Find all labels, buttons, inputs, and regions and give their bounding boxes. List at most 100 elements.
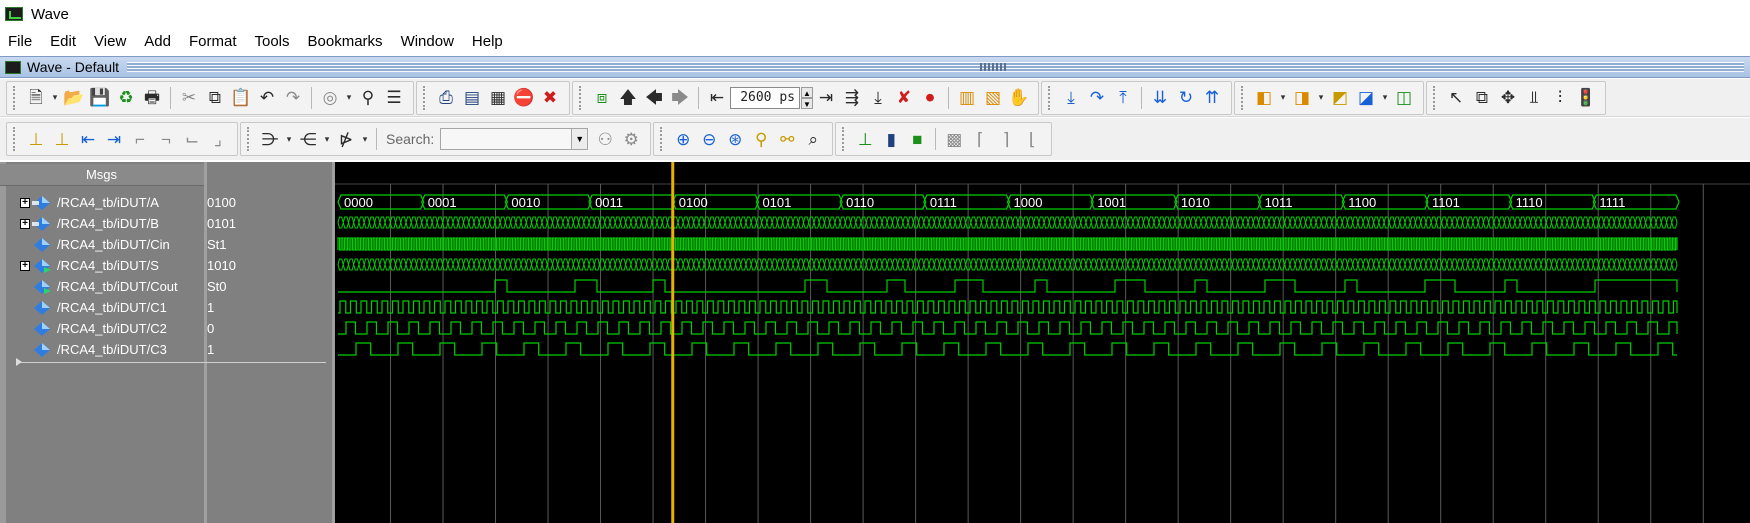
step-out-all-icon[interactable]: ⇈ [1200, 86, 1224, 110]
copy-wave-icon[interactable]: ⧈ [590, 86, 614, 110]
expand-icon[interactable]: + [20, 197, 30, 208]
zoom-full-icon[interactable]: ⊛ [723, 127, 747, 151]
wave-rise-icon[interactable]: ⌉ [994, 127, 1018, 151]
window-cascade-icon[interactable]: ◪ [1354, 86, 1378, 110]
copy-icon[interactable]: ⧉ [203, 86, 227, 110]
find-disabled-icon[interactable]: ◎ [318, 86, 342, 110]
signal-row[interactable]: /RCA4_tb/iDUT/C2 [6, 318, 204, 339]
restart-icon[interactable]: ⏺ [918, 86, 942, 110]
previous-transition-icon[interactable]: ⇤ [76, 127, 100, 151]
run-length-icon[interactable]: ⇤ [705, 86, 729, 110]
end-simulation-icon[interactable]: ✖ [538, 86, 562, 110]
simulate-icon[interactable]: ▦ [486, 86, 510, 110]
wave-step-icon[interactable]: ⌈ [968, 127, 992, 151]
step-out-icon[interactable]: ⤒ [1111, 86, 1135, 110]
prev-edge-icon[interactable]: ⌙ [180, 127, 204, 151]
save-icon[interactable]: 💾 [88, 86, 112, 110]
menu-window[interactable]: Window [392, 33, 463, 50]
step-over-icon[interactable]: ↷ [1085, 86, 1109, 110]
menu-view[interactable]: View [85, 33, 135, 50]
layout2-icon[interactable]: ◨ [1290, 86, 1314, 110]
zoom-mode-icon[interactable]: ⧉ [1470, 86, 1494, 110]
run-time-spinner[interactable]: ▲ ▼ [801, 86, 813, 109]
wave-literal-icon[interactable]: ⊥ [853, 127, 877, 151]
search-input[interactable] [440, 128, 573, 150]
forward-arrow-icon[interactable]: 🡆 [668, 86, 692, 110]
signal-row[interactable]: + /RCA4_tb/iDUT/S [6, 255, 204, 276]
toolbar-grip[interactable] [660, 127, 666, 151]
toolbar-grip[interactable] [1433, 85, 1439, 110]
menu-format[interactable]: Format [180, 33, 246, 50]
signal-row[interactable]: /RCA4_tb/iDUT/Cout [6, 276, 204, 297]
toolbar-grip[interactable] [247, 127, 253, 151]
binoculars-icon[interactable]: ⚲ [356, 86, 380, 110]
paste-icon[interactable]: 📋 [229, 86, 253, 110]
run-icon[interactable]: ⇥ [814, 86, 838, 110]
toolbar-grip[interactable] [13, 127, 19, 151]
undo-icon[interactable]: ↶ [255, 86, 279, 110]
zoom-cursor-icon[interactable]: ⚲ [749, 127, 773, 151]
step-over-all-icon[interactable]: ↻ [1174, 86, 1198, 110]
signal-row[interactable]: /RCA4_tb/iDUT/C1 [6, 297, 204, 318]
compile-icon[interactable]: ⎙ [434, 86, 458, 110]
waveform-pane[interactable]: 0000 0001 0010 0011 0100 0101 0110 0111 1000 1001… [335, 162, 1750, 523]
new-dropdown-icon[interactable]: ▾ [50, 86, 60, 110]
wave-logic-icon[interactable]: ▮ [879, 127, 903, 151]
spin-down-icon[interactable]: ▼ [801, 97, 813, 109]
layout-dropdown-icon[interactable]: ▾ [1278, 86, 1288, 110]
toolbar-grip[interactable] [842, 127, 848, 151]
menu-add[interactable]: Add [135, 33, 180, 50]
toolbar-grip[interactable] [13, 85, 19, 110]
continue-run-icon[interactable]: ⇶ [840, 86, 864, 110]
insert-cursor-icon[interactable]: ⊥ [24, 127, 48, 151]
signal-row[interactable]: /RCA4_tb/iDUT/C3 [6, 339, 204, 360]
menu-edit[interactable]: Edit [41, 33, 85, 50]
break-icon[interactable]: ⛔ [512, 86, 536, 110]
toolbar-grip[interactable] [1241, 85, 1247, 110]
layout2-dropdown-icon[interactable]: ▾ [1316, 86, 1326, 110]
format-list-icon[interactable]: ☰ [382, 86, 406, 110]
wave-fall-icon[interactable]: ⌊ [1020, 127, 1044, 151]
performance-icon[interactable]: ▥ [955, 86, 979, 110]
zoom-last-icon[interactable]: ⌕ [801, 127, 825, 151]
search-dropdown-icon[interactable]: ▼ [572, 128, 589, 150]
rising-edge-icon[interactable]: ¬ [154, 127, 178, 151]
bookmark-mode-icon[interactable]: ⫶ [1548, 86, 1572, 110]
compile-all-icon[interactable]: ▤ [460, 86, 484, 110]
zoom-window-icon[interactable]: ◫ [1392, 86, 1416, 110]
signal-row[interactable]: + /RCA4_tb/iDUT/B [6, 213, 204, 234]
search-options-icon[interactable]: ⚙ [619, 127, 643, 151]
next-edge-icon[interactable]: ⌟ [206, 127, 230, 151]
expand-time-icon[interactable]: ⋺ [258, 127, 282, 151]
expand-icon[interactable]: + [20, 218, 30, 229]
step-into-icon[interactable]: ⤓ [1059, 86, 1083, 110]
step-dropdown-icon[interactable]: ▾ [360, 127, 370, 151]
transition-dropdown-icon[interactable]: ▾ [322, 127, 332, 151]
wave-event-icon[interactable]: ■ [905, 127, 929, 151]
next-transition-icon[interactable]: ⇥ [102, 127, 126, 151]
toolbar-grip[interactable] [1048, 85, 1054, 110]
waveform-canvas[interactable]: 0000 0001 0010 0011 0100 0101 0110 0111 1000 1001… [335, 162, 1750, 523]
hand-icon[interactable]: ✋ [1007, 86, 1031, 110]
search-forward-icon[interactable]: ⚇ [593, 127, 617, 151]
new-file-icon[interactable]: 🗎 [24, 86, 48, 110]
run-time-input[interactable]: 2600 ps [730, 86, 800, 109]
step-transition-icon[interactable]: ⋫ [334, 127, 358, 151]
falling-edge-icon[interactable]: ⌐ [128, 127, 152, 151]
signal-row[interactable]: /RCA4_tb/iDUT/Cin [6, 234, 204, 255]
zoom-between-cursors-icon[interactable]: ⚯ [775, 127, 799, 151]
select-mode-icon[interactable]: ↖ [1444, 86, 1468, 110]
pane-header[interactable]: Wave - Default [0, 56, 1750, 78]
menu-file[interactable]: File [0, 33, 41, 50]
zoom-in-icon[interactable]: ⊕ [671, 127, 695, 151]
delete-cursor-icon[interactable]: ⊥ [50, 127, 74, 151]
pan-mode-icon[interactable]: ✥ [1496, 86, 1520, 110]
expand-icon[interactable]: + [20, 260, 30, 271]
spin-up-icon[interactable]: ▲ [801, 86, 813, 98]
print-icon[interactable]: 🖶 [140, 86, 164, 110]
menu-bookmarks[interactable]: Bookmarks [299, 33, 392, 50]
window-dropdown-icon[interactable]: ▾ [1380, 86, 1390, 110]
traffic-light-icon[interactable]: 🚦 [1574, 86, 1598, 110]
stop-icon[interactable]: ✘ [892, 86, 916, 110]
signal-row[interactable]: + /RCA4_tb/iDUT/A [6, 192, 204, 213]
